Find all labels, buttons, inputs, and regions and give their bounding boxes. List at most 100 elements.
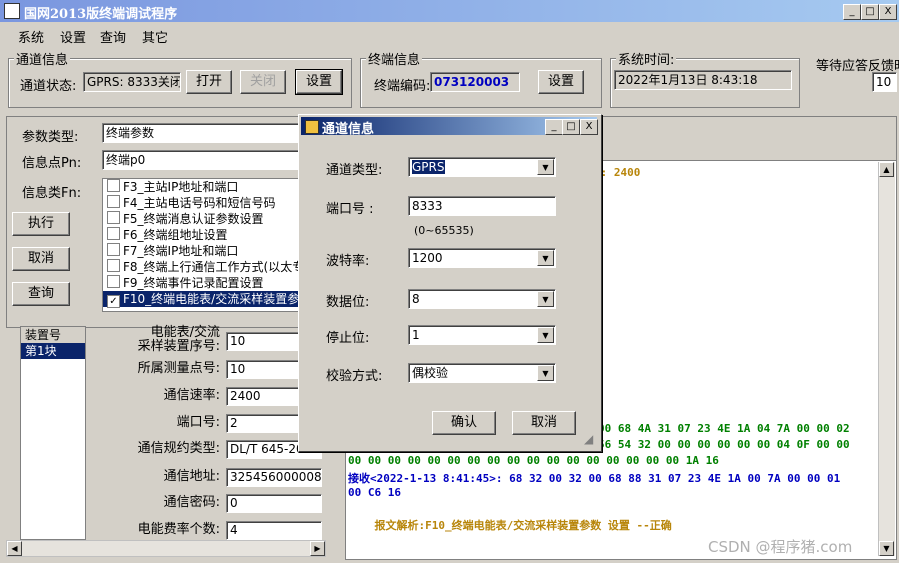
window-title: 国网2013版终端调试程序 bbox=[24, 7, 178, 22]
fn-item-label: F8_终端上行通信工作方式(以太专 bbox=[123, 260, 302, 274]
dialog-select[interactable]: 1200 ▼ bbox=[408, 248, 556, 268]
dialog-field-label: 数据位: bbox=[326, 295, 370, 310]
fn-item-label: F7_终端IP地址和端口 bbox=[123, 244, 239, 258]
fn-list-item[interactable]: F4_主站电话号码和短信号码 bbox=[103, 195, 301, 211]
dialog-field-label: 通道类型: bbox=[326, 163, 383, 178]
scroll-up-icon[interactable]: ▲ bbox=[879, 162, 894, 177]
fn-list-item[interactable]: F9_终端事件记录配置设置 bbox=[103, 275, 301, 291]
device-field-label: 端口号: bbox=[176, 415, 220, 430]
channel-settings-button[interactable]: 设置 bbox=[295, 69, 343, 95]
watermark: CSDN @程序猪.com bbox=[708, 538, 853, 556]
maximize-button[interactable]: □ bbox=[861, 4, 879, 20]
dialog-cancel-button[interactable]: 取消 bbox=[512, 411, 576, 435]
terminal-code-field: 073120003 bbox=[430, 72, 520, 92]
dialog-input[interactable]: 8333 bbox=[408, 196, 556, 216]
device-field-label: 通信地址: bbox=[163, 469, 220, 484]
scroll-left-icon[interactable]: ◀ bbox=[7, 541, 22, 556]
dialog-maximize-button[interactable]: □ bbox=[562, 119, 580, 135]
device-list-header: 装置号 bbox=[21, 327, 85, 343]
menu-query[interactable]: 查询 bbox=[100, 27, 126, 46]
log-line: 00 C6 16 bbox=[348, 486, 401, 499]
fn-list-item[interactable]: F8_终端上行通信工作方式(以太专 bbox=[103, 259, 301, 275]
menu-other[interactable]: 其它 bbox=[142, 27, 168, 46]
port-hint: (0~65535) bbox=[414, 224, 474, 237]
chevron-down-icon[interactable]: ▼ bbox=[537, 365, 554, 381]
dialog-icon bbox=[305, 120, 319, 134]
checkbox-icon[interactable] bbox=[107, 259, 120, 272]
dialog-field-label: 校验方式: bbox=[326, 369, 383, 384]
close-channel-button[interactable]: 关闭 bbox=[240, 70, 286, 94]
wait-timeout-input[interactable]: 10 bbox=[872, 72, 897, 92]
fn-list-item[interactable]: F6_终端组地址设置 bbox=[103, 227, 301, 243]
checkbox-icon[interactable] bbox=[107, 211, 120, 224]
dialog-select[interactable]: 偶校验 ▼ bbox=[408, 363, 556, 383]
system-time-label: 系统时间: bbox=[616, 49, 677, 68]
device-field-input[interactable]: 4 bbox=[226, 521, 322, 540]
chevron-down-icon[interactable]: ▼ bbox=[537, 291, 554, 307]
log-vertical-scrollbar[interactable]: ▲ ▼ bbox=[878, 162, 895, 556]
dialog-select[interactable]: 8 ▼ bbox=[408, 289, 556, 309]
fn-list-item[interactable]: F3_主站IP地址和端口 bbox=[103, 179, 301, 195]
dialog-select[interactable]: 1 ▼ bbox=[408, 325, 556, 345]
fn-item-label: F5_终端消息认证参数设置 bbox=[123, 212, 264, 226]
channel-status-label: 通道状态: bbox=[20, 79, 77, 94]
device-list: 装置号 第1块 bbox=[20, 326, 86, 540]
dialog-field-label: 停止位: bbox=[326, 331, 370, 346]
device-field-label: 通信密码: bbox=[163, 495, 220, 510]
device-field-input[interactable]: 0 bbox=[226, 494, 322, 513]
point-select[interactable]: 终端p0 bbox=[102, 150, 302, 170]
fn-item-label: F6_终端组地址设置 bbox=[123, 228, 228, 242]
execute-button[interactable]: 执行 bbox=[12, 212, 70, 236]
dialog-close-button[interactable]: X bbox=[580, 119, 598, 135]
scroll-right-icon[interactable]: ▶ bbox=[310, 541, 325, 556]
menu-system[interactable]: 系统 bbox=[18, 27, 44, 46]
param-type-label: 参数类型: bbox=[22, 130, 79, 145]
device-field-label: 电能表/交流 采样装置序号: bbox=[137, 325, 220, 354]
fn-item-label: F4_主站电话号码和短信号码 bbox=[123, 196, 276, 210]
terminal-settings-button[interactable]: 设置 bbox=[538, 70, 584, 94]
terminal-info-label: 终端信息 bbox=[366, 49, 423, 68]
scroll-down-icon[interactable]: ▼ bbox=[879, 541, 894, 556]
device-list-item[interactable]: 第1块 bbox=[21, 343, 85, 359]
dialog-ok-button[interactable]: 确认 bbox=[432, 411, 496, 435]
fn-list-item[interactable]: F7_终端IP地址和端口 bbox=[103, 243, 301, 259]
log-line: 56 54 32 00 00 00 00 00 00 04 0F 00 00 bbox=[598, 438, 850, 451]
app-icon bbox=[4, 3, 20, 19]
resize-grip-icon[interactable]: ◢ bbox=[584, 432, 593, 446]
device-field-label: 通信规约类型: bbox=[137, 441, 220, 456]
device-field-label: 所属测量点号: bbox=[137, 361, 220, 376]
log-line: 00 00 00 00 00 00 00 00 00 00 00 00 00 0… bbox=[348, 454, 719, 467]
left-horizontal-scrollbar[interactable]: ◀ ▶ bbox=[6, 540, 326, 557]
query-button[interactable]: 查询 bbox=[12, 282, 70, 306]
log-line: 报文解析:F10_终端电能表/交流采样装置参数 设置 --正确 bbox=[348, 519, 672, 532]
checkbox-icon[interactable] bbox=[107, 195, 120, 208]
dialog-field-value: 1200 bbox=[412, 251, 443, 265]
checkbox-icon[interactable] bbox=[107, 243, 120, 256]
dialog-select[interactable]: GPRS ▼ bbox=[408, 157, 556, 177]
dialog-field-label: 波特率: bbox=[326, 254, 370, 269]
menu-settings[interactable]: 设置 bbox=[60, 27, 86, 46]
chevron-down-icon[interactable]: ▼ bbox=[537, 250, 554, 266]
fn-list-item[interactable]: F5_终端消息认证参数设置 bbox=[103, 211, 301, 227]
minimize-button[interactable]: _ bbox=[843, 4, 861, 20]
cancel-button[interactable]: 取消 bbox=[12, 247, 70, 271]
point-label: 信息点Pn: bbox=[22, 156, 82, 171]
checkbox-icon[interactable]: ✓ bbox=[107, 295, 120, 308]
checkbox-icon[interactable] bbox=[107, 179, 120, 192]
dialog-minimize-button[interactable]: _ bbox=[545, 119, 563, 135]
fn-list-item[interactable]: ✓ F10_终端电能表/交流采样装置参 bbox=[103, 291, 301, 308]
checkbox-icon[interactable] bbox=[107, 275, 120, 288]
fn-list: F3_主站IP地址和端口 F4_主站电话号码和短信号码 F5_终端消息认证参数设置 F… bbox=[102, 178, 302, 312]
log-line: 00 68 4A 31 07 23 4E 1A 04 7A 00 00 02 bbox=[598, 422, 850, 435]
close-window-button[interactable]: X bbox=[879, 4, 897, 20]
open-channel-button[interactable]: 打开 bbox=[186, 70, 232, 94]
chevron-down-icon[interactable]: ▼ bbox=[537, 159, 554, 175]
chevron-down-icon[interactable]: ▼ bbox=[537, 327, 554, 343]
log-line: 接收<2022-1-13 8:41:45>: 68 32 00 32 00 68… bbox=[348, 472, 841, 485]
system-time-field: 2022年1月13日 8:43:18 bbox=[614, 70, 792, 90]
dialog-field-value: 8 bbox=[412, 292, 420, 306]
checkbox-icon[interactable] bbox=[107, 227, 120, 240]
param-type-select[interactable]: 终端参数 bbox=[102, 123, 302, 143]
device-field-input[interactable]: 325456000008 bbox=[226, 468, 322, 487]
dialog-field-value: 偶校验 bbox=[412, 366, 449, 380]
